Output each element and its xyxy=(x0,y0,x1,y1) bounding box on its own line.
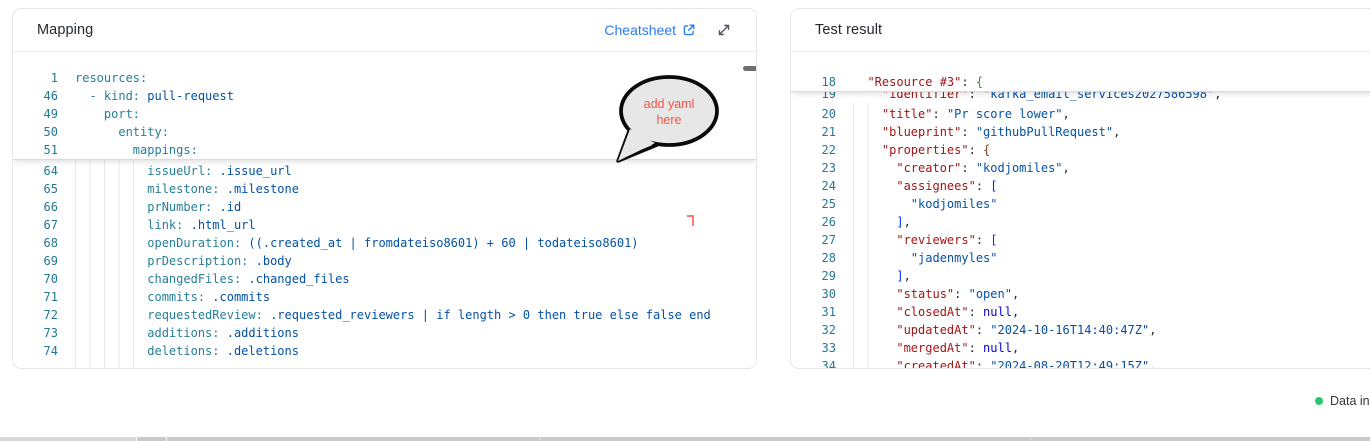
code-text: entity: xyxy=(75,123,169,141)
code-line: 24 "assignees": [ xyxy=(791,177,1370,195)
line-number: 51 xyxy=(13,141,58,159)
line-number: 74 xyxy=(13,342,58,360)
code-text: "kodjomiles" xyxy=(853,195,998,213)
code-line: 23 "creator": "kodjomiles", xyxy=(791,159,1370,177)
line-number: 65 xyxy=(13,180,58,198)
mapping-panel-header: Mapping Cheatsheet xyxy=(13,9,756,52)
code-line: 20 "title": "Pr score lower", xyxy=(791,105,1370,123)
code-line: 26 ], xyxy=(791,213,1370,231)
line-number: 20 xyxy=(791,105,836,123)
code-text: resources: xyxy=(75,69,147,87)
line-number: 28 xyxy=(791,249,836,267)
green-status-dot-icon xyxy=(1315,397,1323,405)
line-number: 21 xyxy=(791,123,836,141)
panel-title-mapping: Mapping xyxy=(37,22,93,38)
code-line: 32 "updatedAt": "2024-10-16T14:40:47Z", xyxy=(791,321,1370,339)
code-text: "properties": { xyxy=(853,141,990,159)
line-number: 23 xyxy=(791,159,836,177)
code-text: requestedReview: .requested_reviewers | … xyxy=(75,306,711,324)
line-number: 72 xyxy=(13,306,58,324)
line-number: 46 xyxy=(13,87,58,105)
code-line: 30 "status": "open", xyxy=(791,285,1370,303)
code-line: 34 "createdAt": "2024-08-20T12:49:15Z", xyxy=(791,357,1370,369)
code-line: 19 "identifier": "kafka_email_services20… xyxy=(791,92,1370,103)
data-status-indicator: Data in xyxy=(1315,394,1370,408)
clipped-table-edge xyxy=(0,437,1370,441)
code-line: 27 "reviewers": [ xyxy=(791,231,1370,249)
line-number: 30 xyxy=(791,285,836,303)
code-text: "mergedAt": null, xyxy=(853,339,1019,357)
code-text: "reviewers": [ xyxy=(853,231,998,249)
code-line: 22 "properties": { xyxy=(791,141,1370,159)
line-number: 24 xyxy=(791,177,836,195)
json-clipped-line: 19 "identifier": "kafka_email_services20… xyxy=(791,92,1370,103)
bubble-text-line2: here xyxy=(656,113,681,127)
code-line: 29 ], xyxy=(791,267,1370,285)
expand-icon[interactable] xyxy=(716,22,732,38)
json-editor-body: 20 "title": "Pr score lower",21 "bluepri… xyxy=(791,103,1370,369)
line-number: 19 xyxy=(791,92,836,103)
add-yaml-annotation-bubble: add yaml here xyxy=(605,69,733,174)
line-number: 66 xyxy=(13,198,58,216)
yaml-editor-body: 64 issueUrl: .issue_url65 milestone: .mi… xyxy=(13,160,756,369)
scrollbar-thumb[interactable] xyxy=(743,66,757,71)
line-number: 31 xyxy=(791,303,836,321)
code-text: "jadenmyles" xyxy=(853,249,998,267)
cheatsheet-link[interactable]: Cheatsheet xyxy=(604,22,696,38)
indent-guides xyxy=(75,160,146,369)
code-text: "creator": "kodjomiles", xyxy=(853,159,1070,177)
line-number: 22 xyxy=(791,141,836,159)
test-result-panel: Test result 18 "Resource #3": { 19 "iden… xyxy=(790,8,1370,369)
code-text: "status": "open", xyxy=(853,285,1019,303)
code-line: 25 "kodjomiles" xyxy=(791,195,1370,213)
code-line: 18 "Resource #3": { xyxy=(791,73,1370,91)
line-number: 67 xyxy=(13,216,58,234)
line-number: 18 xyxy=(791,73,836,91)
line-number: 69 xyxy=(13,252,58,270)
code-text: "Resource #3": { xyxy=(853,73,983,91)
line-number: 68 xyxy=(13,234,58,252)
line-number: 73 xyxy=(13,324,58,342)
code-text: "assignees": [ xyxy=(853,177,998,195)
code-line: 33 "mergedAt": null, xyxy=(791,339,1370,357)
line-number: 33 xyxy=(791,339,836,357)
code-text: port: xyxy=(75,105,140,123)
code-text: "updatedAt": "2024-10-16T14:40:47Z", xyxy=(853,321,1156,339)
line-number: 1 xyxy=(13,69,58,87)
panel-title-test-result: Test result xyxy=(815,22,882,38)
line-number: 50 xyxy=(13,123,58,141)
line-number: 27 xyxy=(791,231,836,249)
code-line: 28 "jadenmyles" xyxy=(791,249,1370,267)
json-editor[interactable]: 18 "Resource #3": { 19 "identifier": "ka… xyxy=(791,52,1370,369)
table-edge-segment xyxy=(0,437,136,441)
code-line: 21 "blueprint": "githubPullRequest", xyxy=(791,123,1370,141)
code-text: "identifier": "kafka_email_services20275… xyxy=(853,92,1221,103)
line-number: 32 xyxy=(791,321,836,339)
code-line: 31 "closedAt": null, xyxy=(791,303,1370,321)
bubble-text-line1: add yaml xyxy=(644,97,695,111)
cheatsheet-link-label: Cheatsheet xyxy=(604,22,676,38)
json-sticky-scroll: 18 "Resource #3": { xyxy=(791,52,1370,92)
line-number: 71 xyxy=(13,288,58,306)
line-number: 25 xyxy=(791,195,836,213)
code-text: "title": "Pr score lower", xyxy=(853,105,1070,123)
code-text: - kind: pull-request xyxy=(75,87,234,105)
line-number: 64 xyxy=(13,162,58,180)
editor-red-marker xyxy=(687,215,694,226)
test-result-panel-header: Test result xyxy=(791,9,1370,52)
mapping-panel: Mapping Cheatsheet xyxy=(12,8,757,369)
line-number: 49 xyxy=(13,105,58,123)
indent-guides xyxy=(853,103,869,369)
external-link-icon xyxy=(682,23,696,37)
line-number: 34 xyxy=(791,357,836,369)
line-number: 26 xyxy=(791,213,836,231)
code-text: openDuration: ((.created_at | fromdateis… xyxy=(75,234,639,252)
code-text: "createdAt": "2024-08-20T12:49:15Z", xyxy=(853,357,1156,369)
status-label: Data in xyxy=(1330,394,1370,408)
line-number: 70 xyxy=(13,270,58,288)
code-text: "closedAt": null, xyxy=(853,303,1019,321)
code-text: "blueprint": "githubPullRequest", xyxy=(853,123,1120,141)
line-number: 29 xyxy=(791,267,836,285)
code-text: mappings: xyxy=(75,141,198,159)
